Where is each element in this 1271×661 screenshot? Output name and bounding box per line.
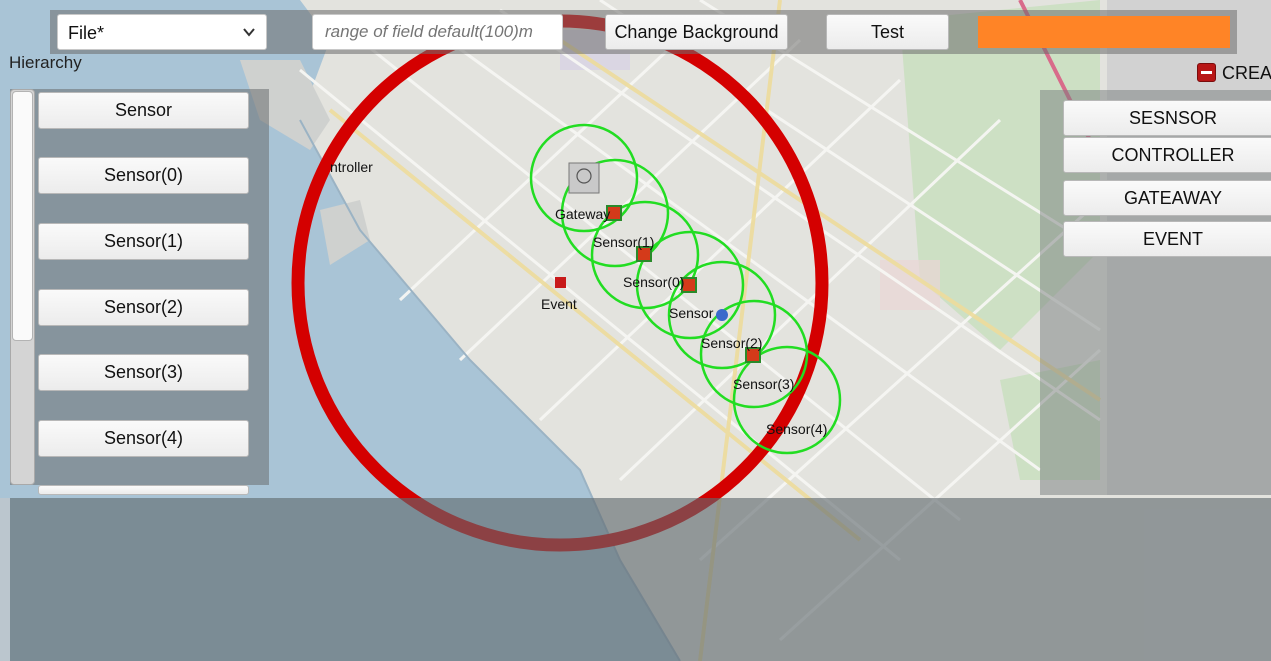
create-controller-button[interactable]: CONTROLLER xyxy=(1063,137,1271,173)
file-dropdown[interactable]: File* xyxy=(57,14,267,50)
file-dropdown-value: File* xyxy=(68,23,105,43)
bottom-left-edge xyxy=(0,498,10,661)
test-button[interactable]: Test xyxy=(826,14,949,50)
sensor-map-label: Sensor xyxy=(669,305,714,321)
event-map-label: Event xyxy=(541,296,577,312)
hierarchy-item-sensor-4[interactable]: Sensor(4) xyxy=(38,420,249,457)
chevron-down-icon xyxy=(243,28,255,37)
app-window: ntroller Gateway Sensor(1) Sensor(0) Sen… xyxy=(0,0,1271,661)
create-sensor-button[interactable]: SESNSOR xyxy=(1063,100,1271,136)
sensor-node[interactable] xyxy=(716,309,728,321)
controller-map-label: ntroller xyxy=(330,159,373,175)
gateway-map-label: Gateway xyxy=(555,206,610,222)
hierarchy-label: Hierarchy xyxy=(9,53,82,72)
bottom-panel xyxy=(10,498,1271,661)
scrollbar-thumb[interactable] xyxy=(12,91,33,341)
collapse-icon[interactable] xyxy=(1197,63,1216,82)
hierarchy-scrollbar[interactable] xyxy=(10,89,35,485)
event-node[interactable] xyxy=(555,277,566,288)
field-range-input[interactable] xyxy=(312,14,563,50)
status-bar xyxy=(978,16,1230,48)
sensor4-map-label: Sensor(4) xyxy=(766,421,827,437)
sensor0-map-label: Sensor(0) xyxy=(623,274,684,290)
create-event-button[interactable]: EVENT xyxy=(1063,221,1271,257)
sensor3-map-label: Sensor(3) xyxy=(733,376,794,392)
create-gateway-button[interactable]: GATEAWAY xyxy=(1063,180,1271,216)
hierarchy-item-sensor-2[interactable]: Sensor(2) xyxy=(38,289,249,326)
hierarchy-item-sensor-1[interactable]: Sensor(1) xyxy=(38,223,249,260)
sensor1-map-label: Sensor(1) xyxy=(593,234,654,250)
hierarchy-item-partial[interactable] xyxy=(38,485,249,495)
create-panel-label: CREA xyxy=(1222,63,1271,83)
hierarchy-item-sensor[interactable]: Sensor xyxy=(38,92,249,129)
change-background-button[interactable]: Change Background xyxy=(605,14,788,50)
hierarchy-item-sensor-0[interactable]: Sensor(0) xyxy=(38,157,249,194)
hierarchy-item-sensor-3[interactable]: Sensor(3) xyxy=(38,354,249,391)
sensor2-map-label: Sensor(2) xyxy=(701,335,762,351)
